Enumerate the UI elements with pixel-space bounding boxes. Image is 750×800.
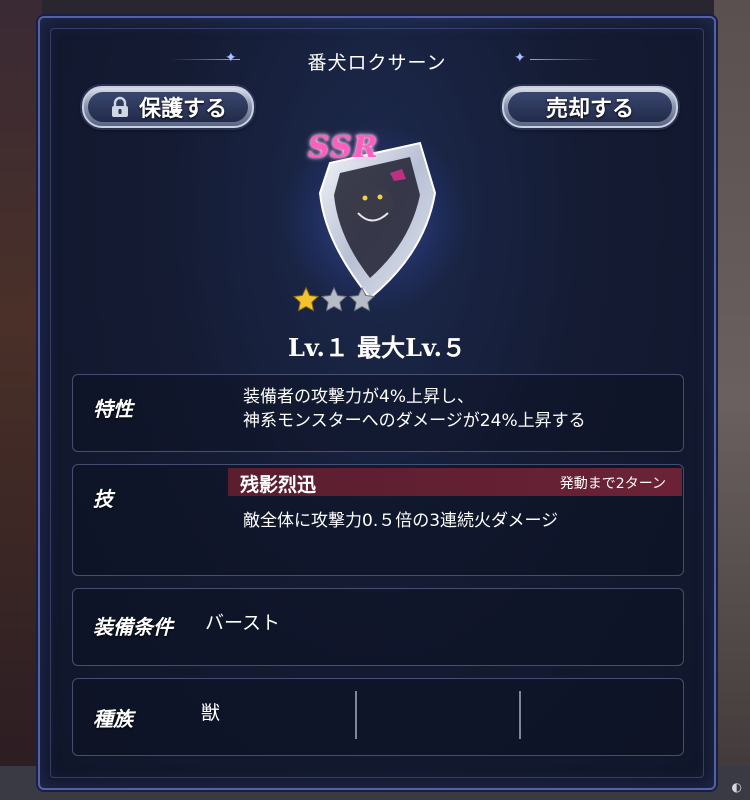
equip-condition-value: バースト (205, 612, 281, 634)
trait-section: 特性 装備者の攻撃力が4%上昇し、 神系モンスターへのダメージが24%上昇する (72, 374, 684, 452)
race-section: 種族 獣 (72, 678, 684, 756)
protect-button[interactable]: 保護する (82, 86, 254, 128)
item-detail-panel: ✦ ✦ 番犬ロクサーン 保護する 売却する SSR Lv.１ 最大Lv.５ 特性… (38, 16, 716, 790)
trait-line-2: 神系モンスターへのダメージが24%上昇する (243, 411, 586, 431)
skill-section: 技 残影烈迅 発動まで2ターン 敵全体に攻撃力0.５倍の3連続火ダメージ (72, 464, 684, 576)
equip-condition-section: 装備条件 バースト (72, 588, 684, 666)
sell-button-label: 売却する (545, 97, 634, 122)
race-divider (355, 691, 357, 739)
background-left (0, 0, 42, 800)
race-label: 種族 (93, 707, 133, 731)
equip-condition-label: 装備条件 (93, 615, 173, 639)
rarity-badge: SSR (308, 130, 379, 165)
race-divider (519, 691, 521, 739)
skill-cooldown: 発動まで2ターン (559, 476, 666, 492)
level-text: Lv.１ 最大Lv.５ (288, 333, 466, 362)
sell-button[interactable]: 売却する (502, 86, 678, 128)
watermark-logo: ◐ (731, 780, 742, 794)
star-icon (292, 286, 320, 312)
skill-label: 技 (93, 487, 113, 511)
title-bar: 番犬ロクサーン (40, 48, 714, 75)
item-title: 番犬ロクサーン (307, 52, 447, 74)
skill-name-bar: 残影烈迅 発動まで2ターン (228, 468, 682, 496)
trait-label: 特性 (93, 397, 133, 421)
trait-line-1: 装備者の攻撃力が4%上昇し、 (243, 387, 474, 407)
star-rating (292, 286, 376, 314)
race-value: 獣 (201, 702, 221, 724)
skill-name: 残影烈迅 (240, 474, 317, 496)
lock-icon (111, 96, 128, 117)
star-icon (320, 286, 348, 312)
skill-description: 敵全体に攻撃力0.５倍の3連続火ダメージ (243, 511, 559, 531)
star-icon (348, 286, 376, 312)
protect-button-label: 保護する (138, 97, 227, 122)
background-right (714, 0, 750, 800)
